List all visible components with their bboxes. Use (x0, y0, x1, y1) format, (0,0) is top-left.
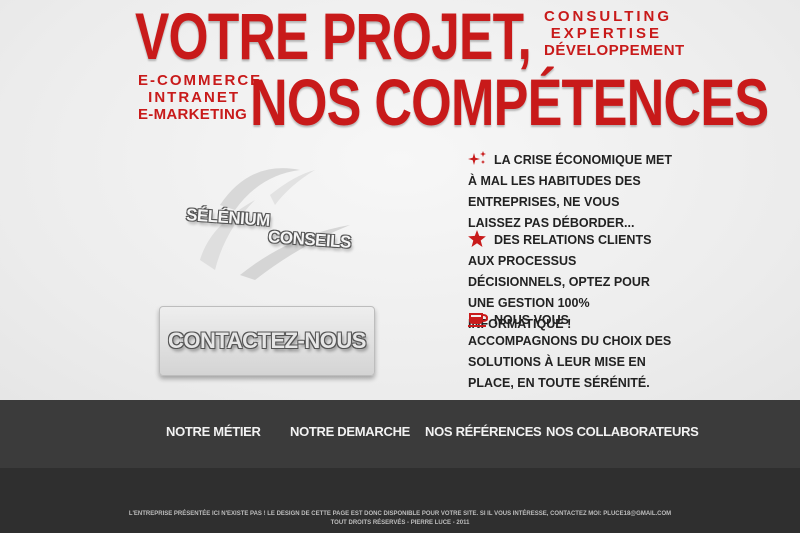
services-list-right: CONSULTING EXPERTISE DÉVELOPPEMENT (544, 8, 685, 59)
sparkles-icon (468, 151, 490, 167)
star-icon (468, 230, 490, 247)
feature-text-crisis: LA CRISE ÉCONOMIQUE MET À MAL LES HABITU… (468, 153, 673, 230)
footer-copyright: TOUT DROITS RÉSERVÉS - PIERRE LUCE - 201… (330, 520, 470, 526)
feature-item-accompaniment: NOUS VOUS ACCOMPAGNONS DU CHOIX DES SOLU… (468, 310, 673, 394)
service-emarketing: E-MARKETING (138, 106, 248, 123)
services-list-left: E-COMMERCE INTRANET E-MARKETING (138, 72, 263, 123)
main-navigation: NOTRE MÉTIER NOTRE DEMARCHE NOS RÉFÉRENC… (0, 400, 800, 468)
contact-us-button[interactable]: CONTACTEZ-NOUS (159, 306, 375, 376)
hero-section: VOTRE PROJET, NOS COMPÉTENCES CONSULTING… (0, 0, 800, 400)
page-footer: L'ENTREPRISE PRÉSENTÉE ICI N'EXISTE PAS … (0, 468, 800, 533)
company-logo: SÉLÉNIUM CONSEILS (180, 165, 355, 285)
headline-line-1: VOTRE PROJET, (135, 0, 532, 73)
service-consulting: CONSULTING (544, 8, 673, 25)
coffee-cup-icon (468, 311, 490, 327)
nav-item-notre-demarche[interactable]: NOTRE DEMARCHE (290, 424, 410, 439)
contact-us-button-label: CONTACTEZ-NOUS (168, 328, 366, 353)
nav-item-notre-metier[interactable]: NOTRE MÉTIER (166, 424, 261, 439)
feature-text-accompaniment: NOUS VOUS ACCOMPAGNONS DU CHOIX DES SOLU… (468, 313, 672, 390)
nav-item-nos-references[interactable]: NOS RÉFÉRENCES (425, 424, 542, 439)
service-developpement: DÉVELOPPEMENT (544, 42, 685, 59)
feature-item-crisis: LA CRISE ÉCONOMIQUE MET À MAL LES HABITU… (468, 150, 673, 234)
nav-item-nos-collaborateurs[interactable]: NOS COLLABORATEURS (546, 424, 699, 439)
footer-text: L'ENTREPRISE PRÉSENTÉE ICI N'EXISTE PAS … (0, 510, 800, 528)
service-expertise: EXPERTISE (550, 25, 662, 42)
service-ecommerce: E-COMMERCE (138, 72, 263, 89)
headline-line-2: NOS COMPÉTENCES (250, 65, 769, 139)
footer-disclaimer: L'ENTREPRISE PRÉSENTÉE ICI N'EXISTE PAS … (128, 511, 672, 517)
service-intranet: INTRANET (148, 89, 240, 106)
